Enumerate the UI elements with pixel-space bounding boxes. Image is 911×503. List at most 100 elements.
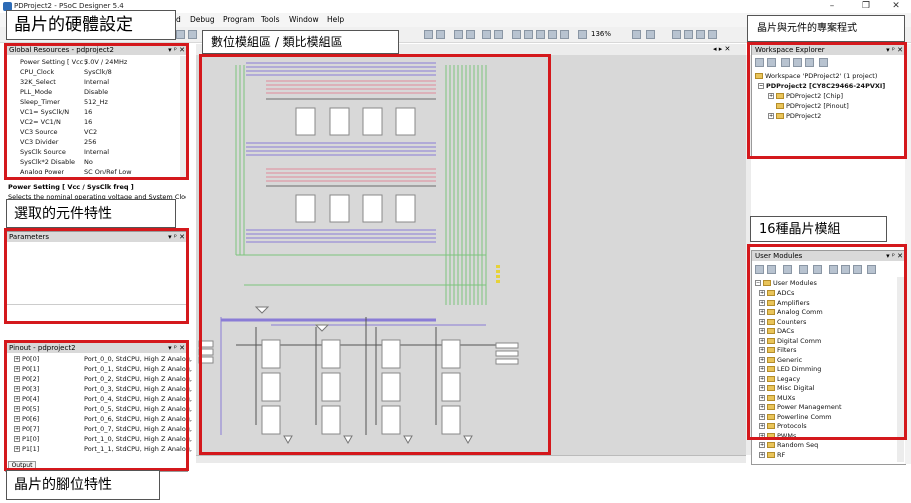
redo-icon[interactable] [436,30,445,39]
canvas-hscrollbar[interactable] [196,455,746,463]
zoom-level[interactable]: 136% [591,30,611,38]
panel-controls-icon[interactable]: ▾ ᵖ ✕ [886,251,903,261]
menu-build[interactable]: d [176,15,181,24]
panel-controls-icon[interactable]: ▾ ᵖ ✕ [168,45,185,55]
prop-value[interactable]: 5.0V / 24MHz [84,58,127,66]
prop-value[interactable]: SysClk/8 [84,68,112,76]
prop-value[interactable]: 16 [84,108,92,116]
user-modules-root[interactable]: − User Modules [755,279,817,287]
module-tool-icon[interactable] [853,265,862,274]
build-icon[interactable] [454,30,463,39]
prop-value[interactable]: Internal [84,148,109,156]
pin-name[interactable]: + P0[7] [14,425,39,433]
new-file-icon[interactable] [767,58,776,67]
module-tool-icon[interactable] [767,265,776,274]
prop-value[interactable]: SC On/Ref Low [84,168,132,174]
pin-name[interactable]: + P0[2] [14,375,39,383]
source-node[interactable]: + PDProject2 [768,112,821,120]
module-category[interactable]: + PWMs [759,432,796,440]
layout-icon-5[interactable] [560,30,569,39]
maximize-button[interactable]: ❐ [851,1,881,12]
pinout-node[interactable]: PDProject2 [Pinout] [768,102,849,110]
module-tool-icon[interactable] [841,265,850,274]
panel-controls-icon[interactable]: ▾ ᵖ ✕ [168,343,185,353]
nav-back-icon[interactable] [672,30,681,39]
output-tab[interactable]: Output [8,461,36,470]
layout-icon-4[interactable] [548,30,557,39]
pin-name[interactable]: + P0[0] [14,355,39,363]
prop-value[interactable]: 512_Hz [84,98,108,106]
connect-icon[interactable] [482,30,491,39]
nav-forward-icon[interactable] [684,30,693,39]
save-all-icon[interactable] [188,30,197,39]
module-category[interactable]: + Amplifiers [759,299,810,307]
home-icon[interactable] [819,58,828,67]
module-category[interactable]: + LED Dimming [759,365,821,373]
prop-value[interactable]: 256 [84,138,96,146]
module-category[interactable]: + Counters [759,318,806,326]
menu-help[interactable]: Help [327,15,344,24]
project-node[interactable]: − PDProject2 [CY8C29466-24PVXI] [758,82,885,90]
open-icon[interactable] [781,58,790,67]
undo-icon[interactable] [424,30,433,39]
chip-node[interactable]: + PDProject2 [Chip] [768,92,843,100]
module-category[interactable]: + Filters [759,346,796,354]
module-category[interactable]: + Analog Comm [759,308,823,316]
chip-canvas[interactable] [196,55,746,455]
canvas-tab-controls[interactable]: ◂ ▸ ✕ [713,45,730,53]
pin-name[interactable]: + P0[1] [14,365,39,373]
pin-name[interactable]: + P0[5] [14,405,39,413]
module-tool-icon[interactable] [829,265,838,274]
module-category[interactable]: + RF [759,451,785,459]
pin-name[interactable]: + P0[3] [14,385,39,393]
save-icon[interactable] [176,30,185,39]
prop-value[interactable]: VC2 [84,128,97,136]
prop-value[interactable]: Disable [84,88,108,96]
nav-icon-4[interactable] [708,30,717,39]
prop-value[interactable]: Internal [84,78,109,86]
prop-value[interactable]: No [84,158,93,166]
scrollbar[interactable] [180,56,187,178]
layout-icon-3[interactable] [536,30,545,39]
layout-icon-1[interactable] [512,30,521,39]
pin-name[interactable]: + P1[1] [14,445,39,453]
program-icon[interactable] [494,30,503,39]
pin-name[interactable]: + P1[0] [14,435,39,443]
zoom-in-icon[interactable] [632,30,641,39]
panel-controls-icon[interactable]: ▾ ᵖ ✕ [168,232,185,242]
menu-program[interactable]: Program [223,15,255,24]
module-category[interactable]: + Misc Digital [759,384,815,392]
module-category[interactable]: + Generic [759,356,802,364]
pin-name[interactable]: + P0[4] [14,395,39,403]
module-tool-icon[interactable] [867,265,876,274]
close-button[interactable]: ✕ [881,1,911,12]
module-category[interactable]: + Power Management [759,403,842,411]
refresh-icon[interactable] [755,58,764,67]
zoom-out-icon[interactable] [646,30,655,39]
module-category[interactable]: + Protocols [759,422,807,430]
layout-icon-2[interactable] [524,30,533,39]
home-icon[interactable] [578,30,587,39]
module-tool-icon[interactable] [755,265,764,274]
scrollbar[interactable] [897,277,904,462]
module-tool-icon[interactable] [783,265,792,274]
module-category[interactable]: + ADCs [759,289,794,297]
menu-tools[interactable]: Tools [261,15,279,24]
workspace-root[interactable]: Workspace 'PDProject2' (1 project) [755,72,877,80]
menu-window[interactable]: Window [289,15,319,24]
panel-controls-icon[interactable]: ▾ ᵖ ✕ [886,45,903,55]
module-tool-icon[interactable] [813,265,822,274]
module-category[interactable]: + MUXs [759,394,795,402]
rebuild-icon[interactable] [466,30,475,39]
module-category[interactable]: + Digital Comm [759,337,821,345]
pin-name[interactable]: + P0[6] [14,415,39,423]
nav-icon-3[interactable] [696,30,705,39]
menu-debug[interactable]: Debug [190,15,215,24]
module-category[interactable]: + Random Seq [759,441,818,449]
minimize-button[interactable]: – [817,1,847,12]
delete-icon[interactable] [805,58,814,67]
module-category[interactable]: + DACs [759,327,794,335]
module-category[interactable]: + Legacy [759,375,800,383]
module-category[interactable]: + Powerline Comm [759,413,832,421]
module-tool-icon[interactable] [799,265,808,274]
